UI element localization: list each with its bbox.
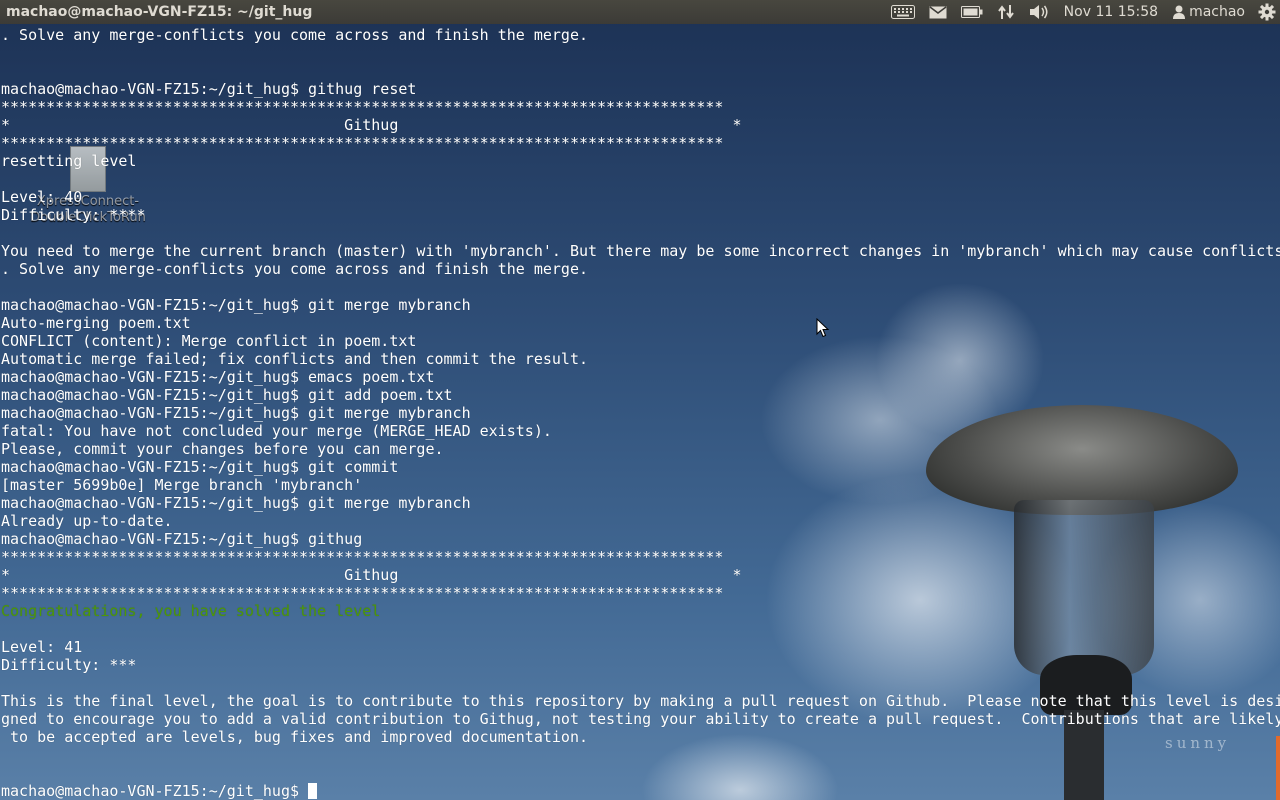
terminal-line: machao@machao-VGN-FZ15:~/git_hug$ git me… [1, 296, 471, 314]
terminal-line: Difficulty: **** [1, 206, 146, 224]
terminal-line: Difficulty: *** [1, 656, 137, 674]
mouse-pointer-icon [816, 318, 830, 338]
terminal-line: resetting level [1, 152, 137, 170]
terminal-line: CONFLICT (content): Merge conflict in po… [1, 332, 417, 350]
terminal-line: machao@machao-VGN-FZ15:~/git_hug$ git me… [1, 404, 471, 422]
volume-icon[interactable] [1029, 4, 1049, 20]
terminal-line: This is the final level, the goal is to … [1, 692, 1280, 710]
terminal-line: * Githug * [1, 566, 742, 584]
terminal-prompt-line[interactable]: machao@machao-VGN-FZ15:~/git_hug$ [1, 782, 318, 800]
gear-icon[interactable] [1258, 3, 1276, 21]
mail-icon[interactable] [929, 5, 947, 19]
indicator-area: Nov 11 15:58 machao [884, 0, 1280, 24]
terminal-line: machao@machao-VGN-FZ15:~/git_hug$ git me… [1, 494, 471, 512]
terminal-line: Already up-to-date. [1, 512, 173, 530]
terminal-line: . Solve any merge-conflicts you come acr… [1, 26, 588, 44]
terminal-line: . Solve any merge-conflicts you come acr… [1, 260, 588, 278]
terminal-line: * Githug * [1, 116, 742, 134]
terminal-line: to be accepted are levels, bug fixes and… [1, 728, 588, 746]
terminal-line: ****************************************… [1, 584, 724, 602]
terminal-line: Level: 40 [1, 188, 83, 206]
window-title: machao@machao-VGN-FZ15: ~/git_hug [6, 4, 313, 20]
terminal-line: machao@machao-VGN-FZ15:~/git_hug$ emacs … [1, 368, 435, 386]
terminal-prompt: machao@machao-VGN-FZ15:~/git_hug$ [1, 782, 309, 800]
network-icon[interactable] [997, 4, 1015, 20]
clock[interactable]: Nov 11 15:58 [1064, 4, 1158, 20]
terminal-line: You need to merge the current branch (ma… [1, 242, 1280, 260]
terminal-output[interactable]: . Solve any merge-conflicts you come acr… [0, 26, 1280, 800]
terminal-line: gned to encourage you to add a valid con… [1, 710, 1280, 728]
terminal-line: ****************************************… [1, 98, 724, 116]
success-message: Congratulations, you have solved the lev… [1, 602, 381, 620]
terminal-line: machao@machao-VGN-FZ15:~/git_hug$ git ad… [1, 386, 453, 404]
terminal-line: machao@machao-VGN-FZ15:~/git_hug$ githug… [1, 80, 417, 98]
terminal-line: ****************************************… [1, 548, 724, 566]
terminal-line: fatal: You have not concluded your merge… [1, 422, 552, 440]
terminal-line: ****************************************… [1, 134, 724, 152]
user-menu[interactable]: machao [1173, 4, 1245, 20]
terminal-line: machao@machao-VGN-FZ15:~/git_hug$ git co… [1, 458, 399, 476]
terminal-line: Level: 41 [1, 638, 83, 656]
user-icon [1173, 5, 1186, 19]
terminal-line: [master 5699b0e] Merge branch 'mybranch' [1, 476, 363, 494]
text-cursor [308, 783, 318, 799]
terminal-line: Please, commit your changes before you c… [1, 440, 444, 458]
terminal-line: Automatic merge failed; fix conflicts an… [1, 350, 588, 368]
keyboard-icon[interactable] [890, 5, 915, 19]
top-panel: machao@machao-VGN-FZ15: ~/git_hug Nov 11… [0, 0, 1280, 24]
terminal-line: machao@machao-VGN-FZ15:~/git_hug$ githug [1, 530, 363, 548]
battery-icon[interactable] [960, 6, 983, 18]
user-name: machao [1189, 4, 1245, 20]
terminal-line: Auto-merging poem.txt [1, 314, 191, 332]
